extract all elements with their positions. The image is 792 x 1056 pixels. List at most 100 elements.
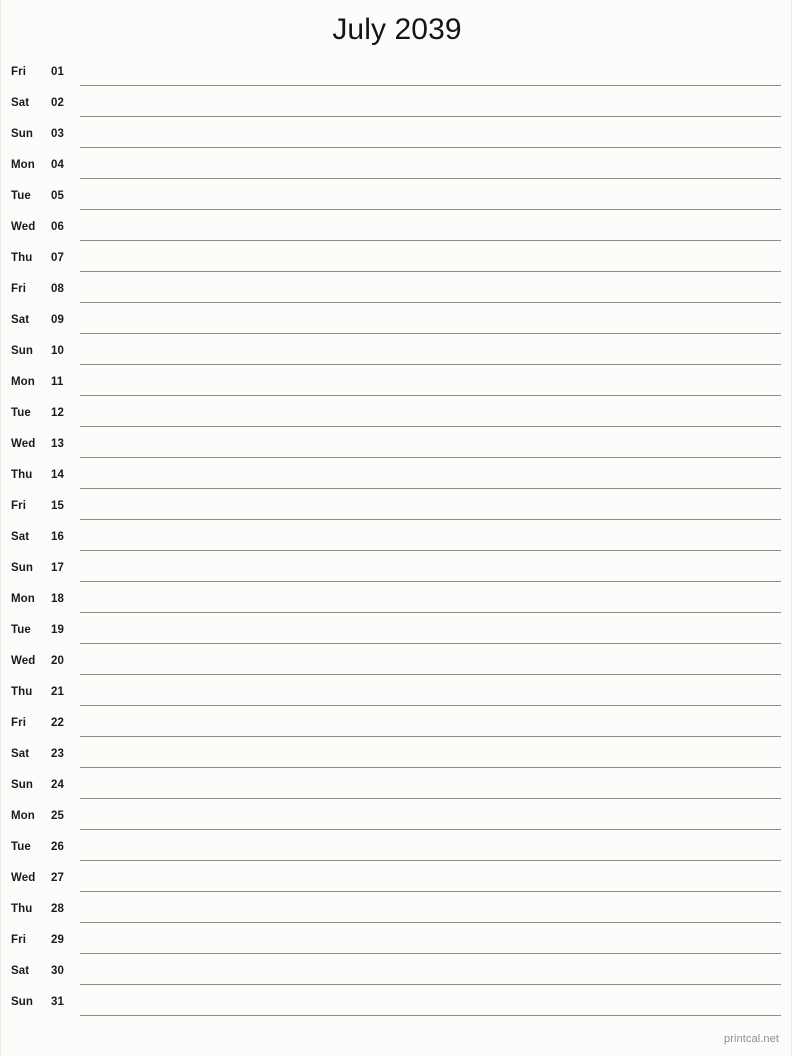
weekday-label: Sun xyxy=(11,128,34,140)
day-number: 09 xyxy=(51,314,64,326)
calendar-day-row[interactable]: Sat 02 xyxy=(1,95,791,126)
weekday-label: Sat xyxy=(11,531,30,543)
day-number: 23 xyxy=(51,748,64,760)
day-number: 10 xyxy=(51,345,64,357)
notes-writing-line[interactable] xyxy=(80,85,781,86)
calendar-day-row[interactable]: Thu 28 xyxy=(1,901,791,932)
calendar-day-row[interactable]: Mon 04 xyxy=(1,157,791,188)
notes-writing-line[interactable] xyxy=(80,550,781,551)
weekday-label: Tue xyxy=(11,407,31,419)
notes-writing-line[interactable] xyxy=(80,488,781,489)
weekday-label: Sat xyxy=(11,748,30,760)
notes-writing-line[interactable] xyxy=(80,457,781,458)
notes-writing-line[interactable] xyxy=(80,922,781,923)
day-number: 03 xyxy=(51,128,64,140)
calendar-day-row[interactable]: Mon 25 xyxy=(1,808,791,839)
weekday-label: Sat xyxy=(11,314,30,326)
notes-writing-line[interactable] xyxy=(80,240,781,241)
weekday-label: Mon xyxy=(11,159,35,171)
calendar-day-row[interactable]: Sun 03 xyxy=(1,126,791,157)
weekday-label: Tue xyxy=(11,841,31,853)
notes-writing-line[interactable] xyxy=(80,333,781,334)
notes-writing-line[interactable] xyxy=(80,395,781,396)
day-number: 29 xyxy=(51,934,64,946)
calendar-day-row[interactable]: Thu 14 xyxy=(1,467,791,498)
weekday-label: Wed xyxy=(11,872,36,884)
weekday-label: Mon xyxy=(11,593,35,605)
calendar-day-row[interactable]: Fri 22 xyxy=(1,715,791,746)
calendar-day-row[interactable]: Fri 08 xyxy=(1,281,791,312)
day-number: 22 xyxy=(51,717,64,729)
calendar-day-row[interactable]: Wed 13 xyxy=(1,436,791,467)
calendar-day-row[interactable]: Wed 06 xyxy=(1,219,791,250)
notes-writing-line[interactable] xyxy=(80,798,781,799)
notes-writing-line[interactable] xyxy=(80,302,781,303)
notes-writing-line[interactable] xyxy=(80,147,781,148)
weekday-label: Sun xyxy=(11,562,34,574)
day-number: 02 xyxy=(51,97,64,109)
notes-writing-line[interactable] xyxy=(80,178,781,179)
weekday-label: Sat xyxy=(11,97,30,109)
calendar-day-row[interactable]: Thu 07 xyxy=(1,250,791,281)
calendar-day-row[interactable]: Sun 24 xyxy=(1,777,791,808)
notes-writing-line[interactable] xyxy=(80,767,781,768)
day-number: 21 xyxy=(51,686,64,698)
calendar-day-row[interactable]: Tue 12 xyxy=(1,405,791,436)
notes-writing-line[interactable] xyxy=(80,643,781,644)
calendar-day-row[interactable]: Tue 26 xyxy=(1,839,791,870)
calendar-day-row[interactable]: Sat 16 xyxy=(1,529,791,560)
calendar-day-row[interactable]: Wed 20 xyxy=(1,653,791,684)
calendar-day-row[interactable]: Mon 11 xyxy=(1,374,791,405)
calendar-day-row[interactable]: Sun 10 xyxy=(1,343,791,374)
notes-writing-line[interactable] xyxy=(80,364,781,365)
notes-writing-line[interactable] xyxy=(80,612,781,613)
calendar-day-row[interactable]: Fri 15 xyxy=(1,498,791,529)
weekday-label: Tue xyxy=(11,190,31,202)
calendar-day-row[interactable]: Sun 17 xyxy=(1,560,791,591)
notes-writing-line[interactable] xyxy=(80,984,781,985)
calendar-day-row[interactable]: Mon 18 xyxy=(1,591,791,622)
calendar-day-row[interactable]: Sun 31 xyxy=(1,994,791,1025)
calendar-day-row[interactable]: Tue 19 xyxy=(1,622,791,653)
day-number: 13 xyxy=(51,438,64,450)
day-number: 19 xyxy=(51,624,64,636)
notes-writing-line[interactable] xyxy=(80,829,781,830)
weekday-label: Fri xyxy=(11,717,26,729)
weekday-label: Fri xyxy=(11,66,26,78)
calendar-day-row[interactable]: Sat 30 xyxy=(1,963,791,994)
notes-writing-line[interactable] xyxy=(80,519,781,520)
weekday-label: Sun xyxy=(11,779,34,791)
weekday-label: Tue xyxy=(11,624,31,636)
day-number: 05 xyxy=(51,190,64,202)
notes-writing-line[interactable] xyxy=(80,674,781,675)
day-number: 04 xyxy=(51,159,64,171)
weekday-label: Sun xyxy=(11,996,34,1008)
notes-writing-line[interactable] xyxy=(80,209,781,210)
day-number: 20 xyxy=(51,655,64,667)
notes-writing-line[interactable] xyxy=(80,581,781,582)
notes-writing-line[interactable] xyxy=(80,116,781,117)
calendar-day-row[interactable]: Tue 05 xyxy=(1,188,791,219)
notes-writing-line[interactable] xyxy=(80,705,781,706)
day-number: 08 xyxy=(51,283,64,295)
day-number: 30 xyxy=(51,965,64,977)
calendar-day-row[interactable]: Sat 23 xyxy=(1,746,791,777)
day-number: 28 xyxy=(51,903,64,915)
notes-writing-line[interactable] xyxy=(80,426,781,427)
notes-writing-line[interactable] xyxy=(80,1015,781,1016)
weekday-label: Wed xyxy=(11,438,36,450)
page-title: July 2039 xyxy=(332,13,462,46)
calendar-day-row[interactable]: Sat 09 xyxy=(1,312,791,343)
calendar-day-row[interactable]: Wed 27 xyxy=(1,870,791,901)
weekday-label: Wed xyxy=(11,221,36,233)
calendar-day-row[interactable]: Fri 01 xyxy=(1,64,791,95)
calendar-day-row[interactable]: Thu 21 xyxy=(1,684,791,715)
calendar-day-row[interactable]: Fri 29 xyxy=(1,932,791,963)
notes-writing-line[interactable] xyxy=(80,891,781,892)
notes-writing-line[interactable] xyxy=(80,271,781,272)
notes-writing-line[interactable] xyxy=(80,953,781,954)
notes-writing-line[interactable] xyxy=(80,860,781,861)
weekday-label: Sun xyxy=(11,345,34,357)
weekday-label: Mon xyxy=(11,376,35,388)
notes-writing-line[interactable] xyxy=(80,736,781,737)
